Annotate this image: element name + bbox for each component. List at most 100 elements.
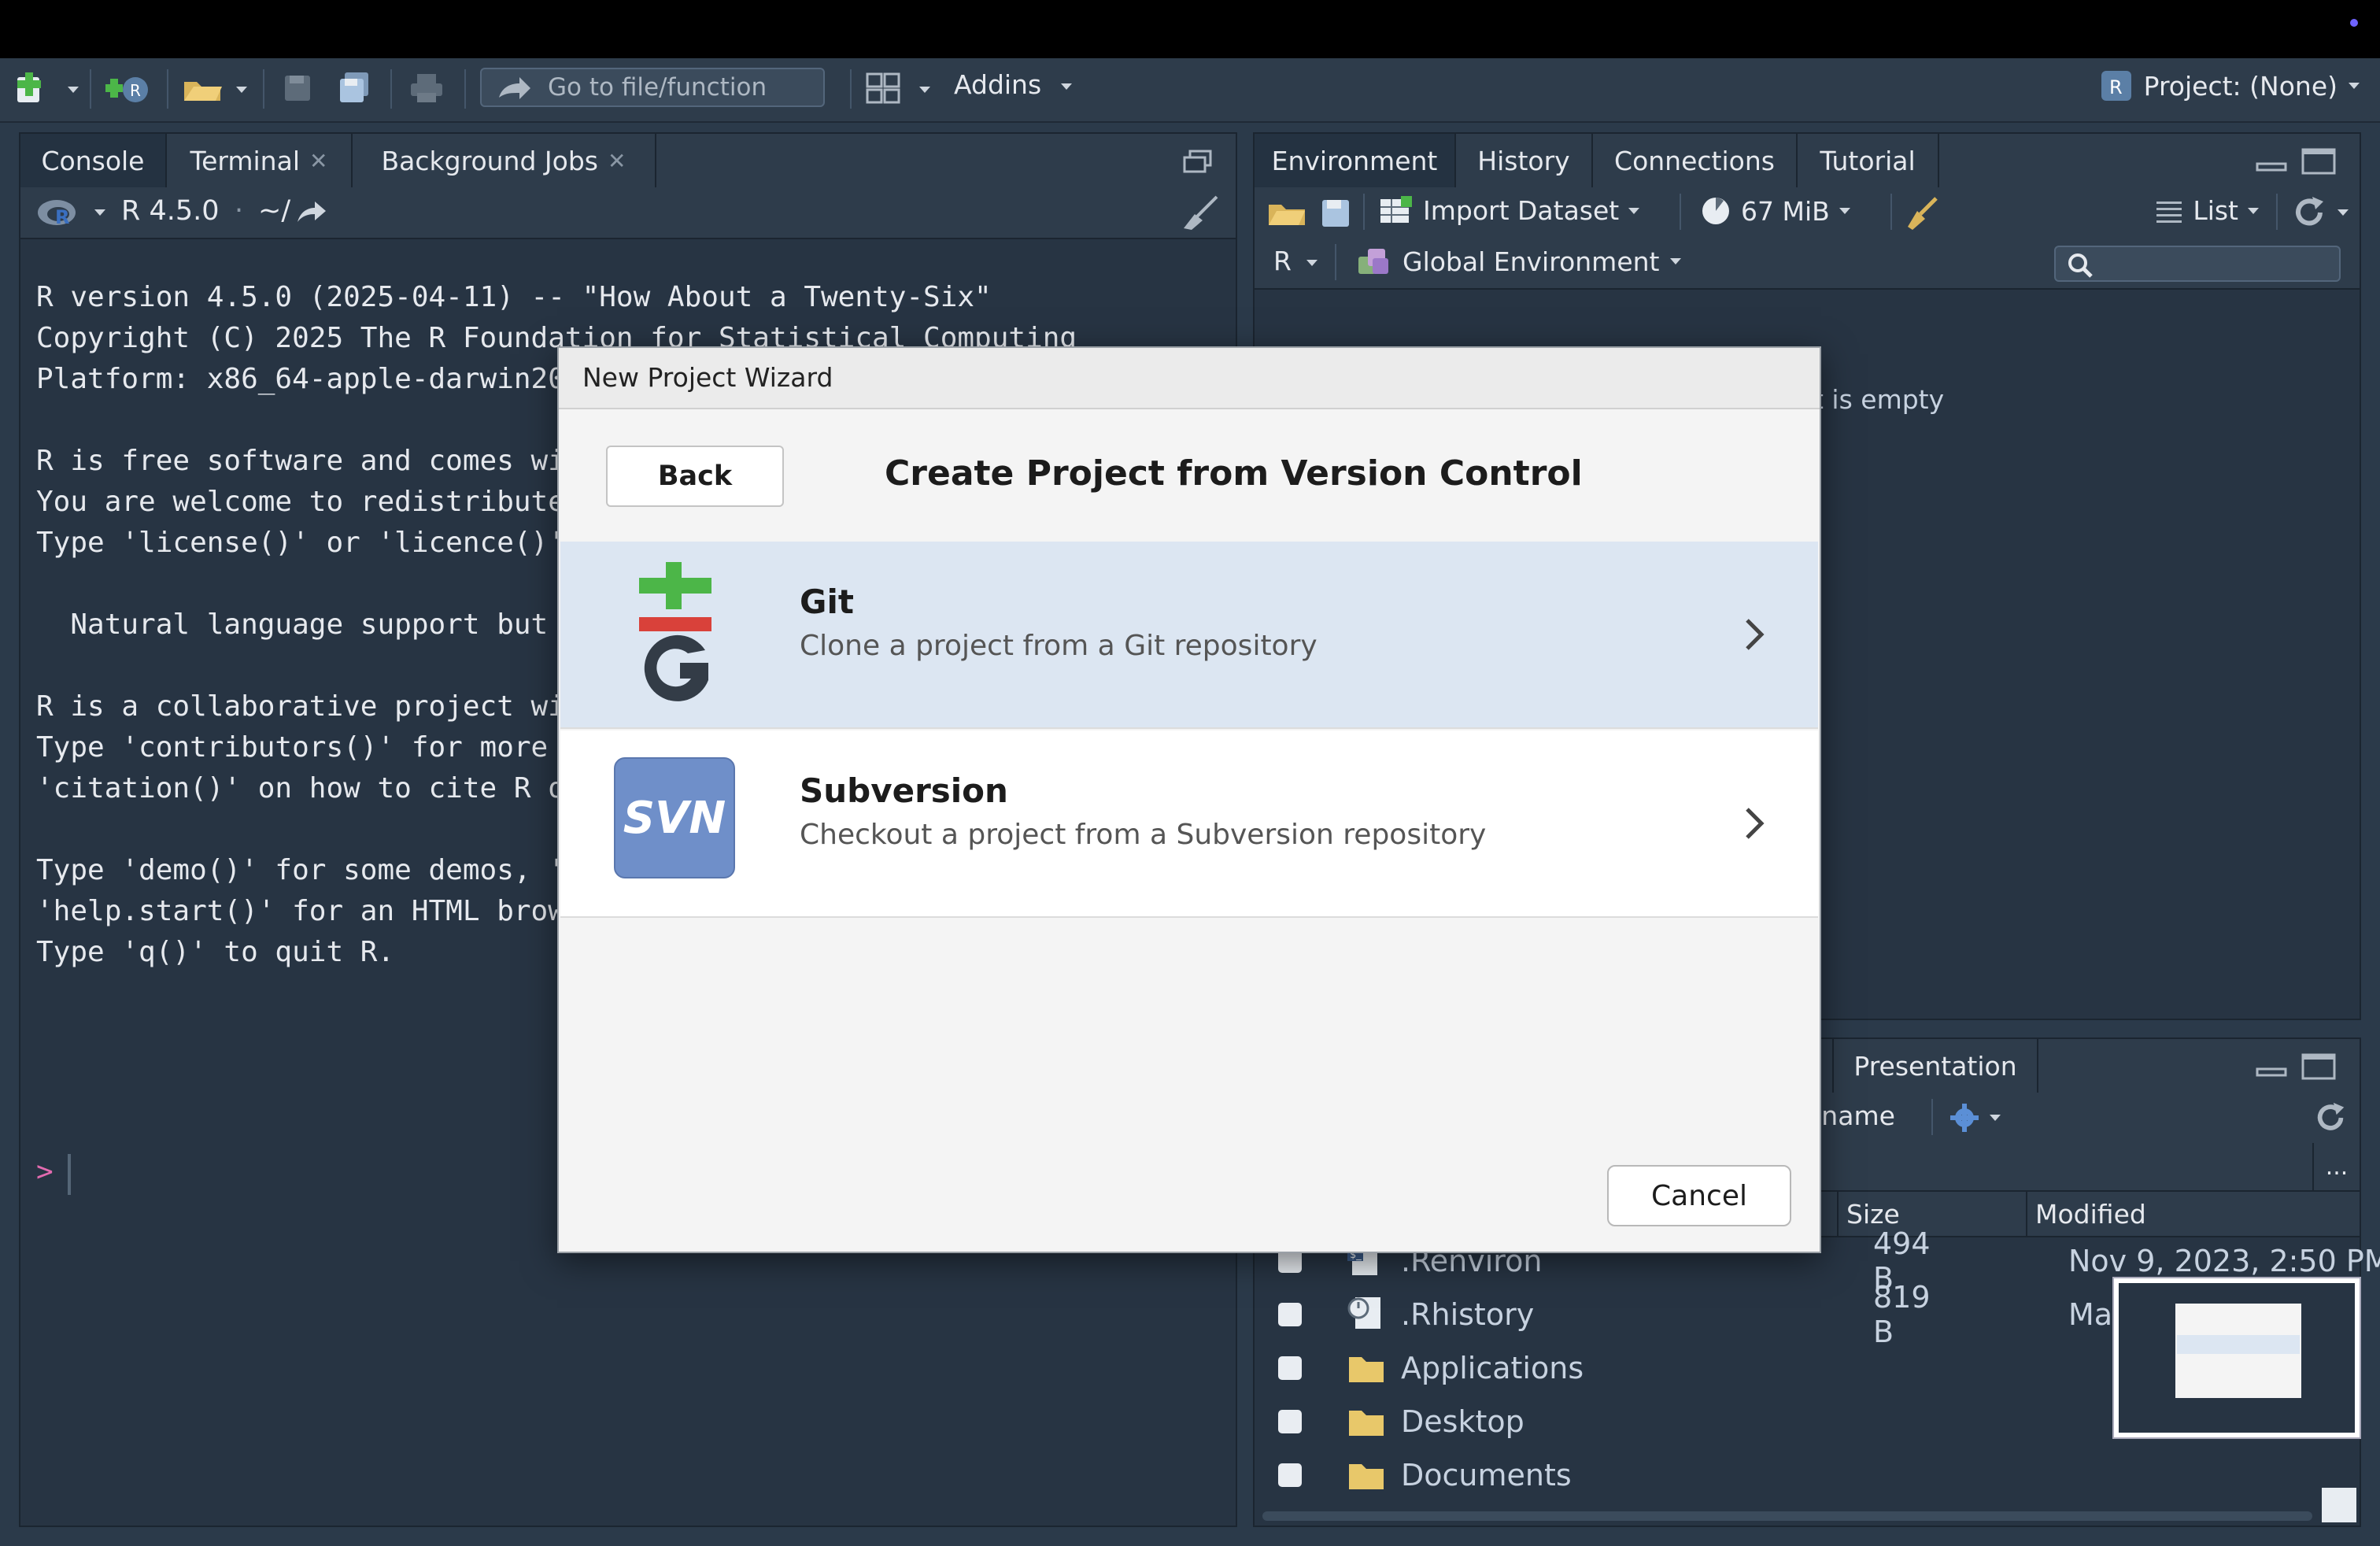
horizontal-scrollbar[interactable] xyxy=(1262,1511,2312,1521)
folder-icon xyxy=(1349,1411,1384,1436)
toolbar-divider xyxy=(90,69,91,109)
subversion-option-description: Checkout a project from a Subversion rep… xyxy=(800,819,1487,851)
console-cursor[interactable] xyxy=(68,1154,71,1195)
file-name[interactable]: .Rhistory xyxy=(1401,1297,1873,1332)
close-icon[interactable]: ✕ xyxy=(309,148,327,174)
row-checkbox[interactable] xyxy=(1278,1303,1302,1326)
chevron-down-icon xyxy=(1628,207,1640,214)
history-file-icon xyxy=(1347,1297,1380,1329)
file-modified: Nov 9, 2023, 2:50 PM xyxy=(2068,1244,2380,1278)
svg-text:R: R xyxy=(130,81,141,100)
row-checkbox[interactable] xyxy=(1278,1356,1302,1380)
back-button[interactable]: Back xyxy=(606,446,784,507)
file-row[interactable]: Applications xyxy=(1278,1344,1584,1392)
environment-toolbar: Import Dataset 67 MiB List xyxy=(1255,187,2360,239)
svn-icon: SVN xyxy=(614,757,735,878)
minimize-pane-icon[interactable] xyxy=(2256,1063,2287,1078)
tab-tutorial[interactable]: Tutorial xyxy=(1798,134,1939,187)
environment-tabs: Environment History Connections Tutorial xyxy=(1255,134,2360,189)
subversion-option[interactable]: SVN Subversion Checkout a project from a… xyxy=(560,730,1818,918)
environment-scope-selector[interactable]: Global Environment xyxy=(1357,246,1682,277)
more-options-button[interactable]: ... xyxy=(2312,1143,2360,1190)
new-file-icon[interactable] xyxy=(14,71,49,105)
language-selector[interactable]: R xyxy=(1273,246,1292,276)
working-directory[interactable]: ~/ xyxy=(258,195,290,227)
new-project-wizard-dialog: New Project Wizard Back Create Project f… xyxy=(557,346,1821,1253)
git-option-description: Clone a project from a Git repository xyxy=(800,630,1318,662)
file-row[interactable]: .Rhistory 819 B Ma xyxy=(1278,1280,2112,1349)
cancel-button[interactable]: Cancel xyxy=(1607,1165,1791,1226)
import-dataset-button[interactable]: Import Dataset xyxy=(1379,195,1640,226)
tab-connections[interactable]: Connections xyxy=(1593,134,1798,187)
broom-icon[interactable] xyxy=(1905,195,1939,230)
refresh-icon[interactable] xyxy=(2292,195,2328,230)
addins-label: Addins xyxy=(954,69,1042,100)
view-mode-button[interactable]: List xyxy=(2155,195,2259,226)
file-size: 819 B xyxy=(1873,1280,1931,1349)
toolbar-divider xyxy=(464,69,466,109)
load-workspace-icon[interactable] xyxy=(1267,197,1308,228)
print-icon[interactable] xyxy=(408,71,445,105)
file-name[interactable]: Documents xyxy=(1401,1458,1572,1492)
go-to-file-input[interactable]: Go to file/function xyxy=(480,68,825,107)
svg-text:R: R xyxy=(2109,76,2123,98)
column-modified[interactable]: Modified xyxy=(2026,1192,2146,1236)
save-icon[interactable] xyxy=(282,71,313,105)
close-icon[interactable]: ✕ xyxy=(608,148,626,174)
environment-empty-text: t is empty xyxy=(1813,384,1945,415)
import-dataset-label: Import Dataset xyxy=(1423,195,1620,226)
project-label: Project: (None) xyxy=(2143,70,2338,102)
git-icon xyxy=(639,562,711,701)
file-name[interactable]: Applications xyxy=(1401,1351,1584,1385)
goto-directory-icon[interactable] xyxy=(296,200,327,224)
screenshot-thumbnail[interactable] xyxy=(2112,1277,2361,1439)
file-modified: Ma xyxy=(2068,1297,2113,1332)
save-workspace-icon[interactable] xyxy=(1321,198,1351,228)
refresh-icon[interactable] xyxy=(2314,1100,2349,1135)
tab-history[interactable]: History xyxy=(1456,134,1593,187)
tab-background-jobs[interactable]: Background Jobs ✕ xyxy=(353,134,656,187)
toolbar-divider xyxy=(850,69,852,109)
tab-presentation[interactable]: Presentation xyxy=(1834,1039,2038,1093)
tab-console[interactable]: Console xyxy=(20,134,167,187)
git-option[interactable]: Git Clone a project from a Git repositor… xyxy=(560,542,1818,729)
tab-environment[interactable]: Environment xyxy=(1255,134,1456,187)
save-all-icon[interactable] xyxy=(337,71,375,105)
r-project-icon: R xyxy=(2101,71,2131,101)
row-checkbox[interactable] xyxy=(1278,1463,1302,1487)
chevron-down-icon[interactable] xyxy=(2338,209,2349,216)
chevron-down-icon[interactable] xyxy=(94,209,105,216)
file-name[interactable]: Desktop xyxy=(1401,1404,1524,1439)
workspace-panes-icon[interactable] xyxy=(866,71,902,105)
chevron-down-icon xyxy=(1670,258,1682,264)
chevron-down-icon[interactable] xyxy=(919,87,930,93)
open-folder-icon[interactable] xyxy=(183,71,224,105)
file-row[interactable]: Documents xyxy=(1278,1452,1572,1499)
new-project-icon[interactable]: R xyxy=(105,71,153,105)
maximize-pane-icon[interactable] xyxy=(2301,1053,2336,1080)
memory-usage-button[interactable]: 67 MiB xyxy=(1700,195,1850,227)
toolbar-divider xyxy=(2276,194,2278,230)
chevron-down-icon[interactable] xyxy=(236,87,247,93)
dialog-heading: Create Project from Version Control xyxy=(885,453,1583,494)
r-logo-icon: R xyxy=(38,200,76,228)
tab-terminal[interactable]: Terminal ✕ xyxy=(167,134,353,187)
toolbar-divider xyxy=(1890,194,1892,230)
toolbar-divider xyxy=(1335,244,1336,280)
maximize-pane-icon[interactable] xyxy=(2301,148,2336,175)
minimize-pane-icon[interactable] xyxy=(2256,157,2287,173)
chevron-down-icon[interactable] xyxy=(1306,260,1318,266)
console-tabs: Console Terminal ✕ Background Jobs ✕ xyxy=(20,134,1236,189)
restore-pane-icon[interactable] xyxy=(1182,150,1214,175)
console-subbar: R R 4.5.0 · ~/ xyxy=(20,187,1236,239)
scroll-corner xyxy=(2322,1488,2356,1522)
addins-menu[interactable]: Addins xyxy=(954,69,1072,100)
chevron-down-icon[interactable] xyxy=(1990,1115,2001,1121)
environment-search-input[interactable] xyxy=(2054,246,2341,282)
chevron-down-icon[interactable] xyxy=(68,87,79,93)
clear-console-icon[interactable] xyxy=(1181,194,1221,231)
file-row[interactable]: Desktop xyxy=(1278,1398,1524,1445)
gear-icon[interactable] xyxy=(1949,1102,1980,1134)
project-menu[interactable]: R Project: (None) xyxy=(2100,69,2360,102)
row-checkbox[interactable] xyxy=(1278,1410,1302,1433)
